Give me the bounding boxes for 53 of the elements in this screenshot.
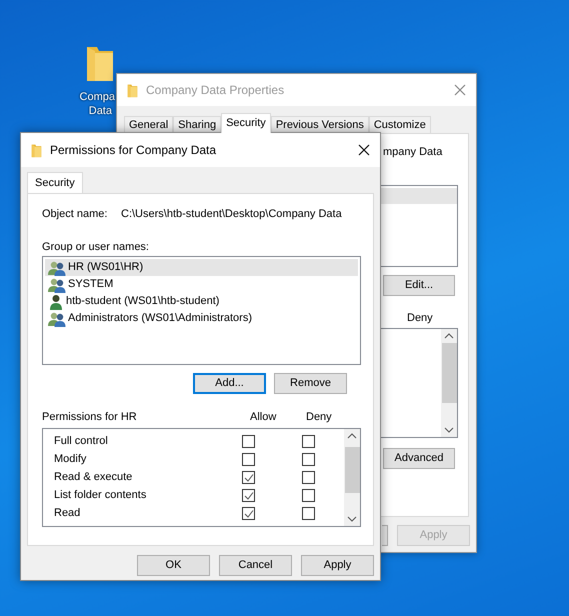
tab[interactable]: Customize xyxy=(368,116,431,133)
permission-name: List folder contents xyxy=(53,488,148,504)
users-icon xyxy=(48,310,66,326)
desktop-icon-label[interactable]: Compa xyxy=(80,90,115,104)
desktop-icon-label[interactable]: Data xyxy=(88,104,112,118)
scrollbar[interactable] xyxy=(441,329,457,437)
advanced-button[interactable]: Advanced xyxy=(383,448,455,469)
checkbox[interactable] xyxy=(302,507,315,520)
user-icon xyxy=(48,294,64,310)
edit-button[interactable]: Edit... xyxy=(383,274,455,296)
list-item[interactable]: Administrators (WS01\Administrators) xyxy=(45,310,358,327)
folder-icon xyxy=(127,82,138,98)
column-header: Deny xyxy=(407,310,433,326)
users-icon xyxy=(48,260,66,276)
tab[interactable]: Security xyxy=(27,172,83,193)
dialog-button[interactable]: Apply xyxy=(301,555,374,576)
scrollbar[interactable] xyxy=(344,428,360,526)
tab[interactable]: Sharing xyxy=(173,116,222,133)
dialog-button[interactable]: Cancel xyxy=(219,555,292,576)
add-button[interactable]: Add... xyxy=(193,373,266,394)
object-name-value: C:\Users\htb-student\Desktop\Company Data xyxy=(121,207,342,222)
tab[interactable]: Security xyxy=(221,113,271,133)
window-title: Permissions for Company Data xyxy=(50,142,218,159)
object-name-label: Object name: xyxy=(42,207,108,222)
tab[interactable]: General xyxy=(124,116,174,133)
permission-name: Full control xyxy=(53,434,109,450)
checkbox[interactable] xyxy=(302,435,315,448)
checkbox[interactable] xyxy=(242,507,255,520)
permissions-label: Permissions for HR xyxy=(42,410,138,425)
checkbox[interactable] xyxy=(302,471,315,484)
dialog-button[interactable]: OK xyxy=(137,555,210,576)
users-icon xyxy=(48,276,66,292)
checkbox[interactable] xyxy=(242,435,255,448)
column-header: Deny xyxy=(306,410,332,425)
close-icon[interactable] xyxy=(358,144,370,156)
object-name-text: mpany Data xyxy=(383,145,442,160)
list-item[interactable]: HR (WS01\HR) xyxy=(45,259,358,276)
permission-name: Read xyxy=(53,506,82,522)
group-list-label: Group or user names: xyxy=(42,240,150,254)
checkbox[interactable] xyxy=(242,471,255,484)
checkbox[interactable] xyxy=(302,453,315,466)
remove-button[interactable]: Remove xyxy=(274,373,347,394)
permission-name: Read & execute xyxy=(53,470,134,486)
permission-name: Modify xyxy=(53,452,88,468)
checkbox[interactable] xyxy=(242,489,255,502)
tab[interactable]: Previous Versions xyxy=(270,116,369,133)
list-item[interactable]: htb-student (WS01\htb-student) xyxy=(45,293,358,310)
checkbox[interactable] xyxy=(242,453,255,466)
list-item[interactable]: SYSTEM xyxy=(45,276,358,293)
checkbox[interactable] xyxy=(302,489,315,502)
folder-icon xyxy=(31,142,42,158)
window-title: Company Data Properties xyxy=(146,82,286,99)
column-header: Allow xyxy=(250,410,278,425)
